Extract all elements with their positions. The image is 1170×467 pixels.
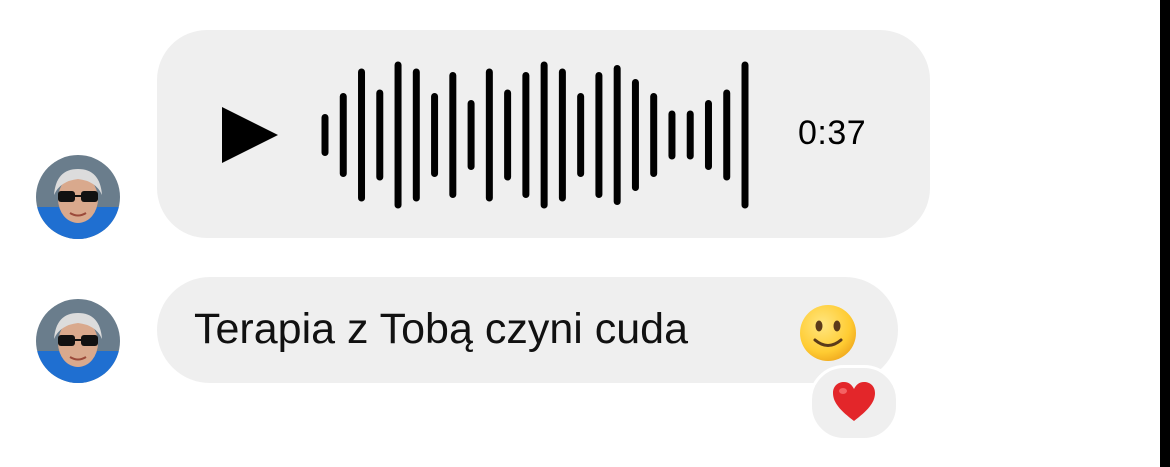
sender-avatar[interactable]	[36, 155, 120, 239]
audio-waveform[interactable]	[320, 60, 750, 210]
play-icon[interactable]	[222, 107, 278, 163]
reaction-badge[interactable]	[809, 365, 899, 441]
window-edge	[1160, 0, 1170, 467]
message-text: Terapia z Tobą czyni cuda	[194, 305, 688, 353]
slightly-smiling-face-icon	[800, 305, 856, 361]
voice-duration: 0:37	[798, 114, 867, 152]
sender-avatar[interactable]	[36, 299, 120, 383]
red-heart-icon	[833, 382, 875, 421]
